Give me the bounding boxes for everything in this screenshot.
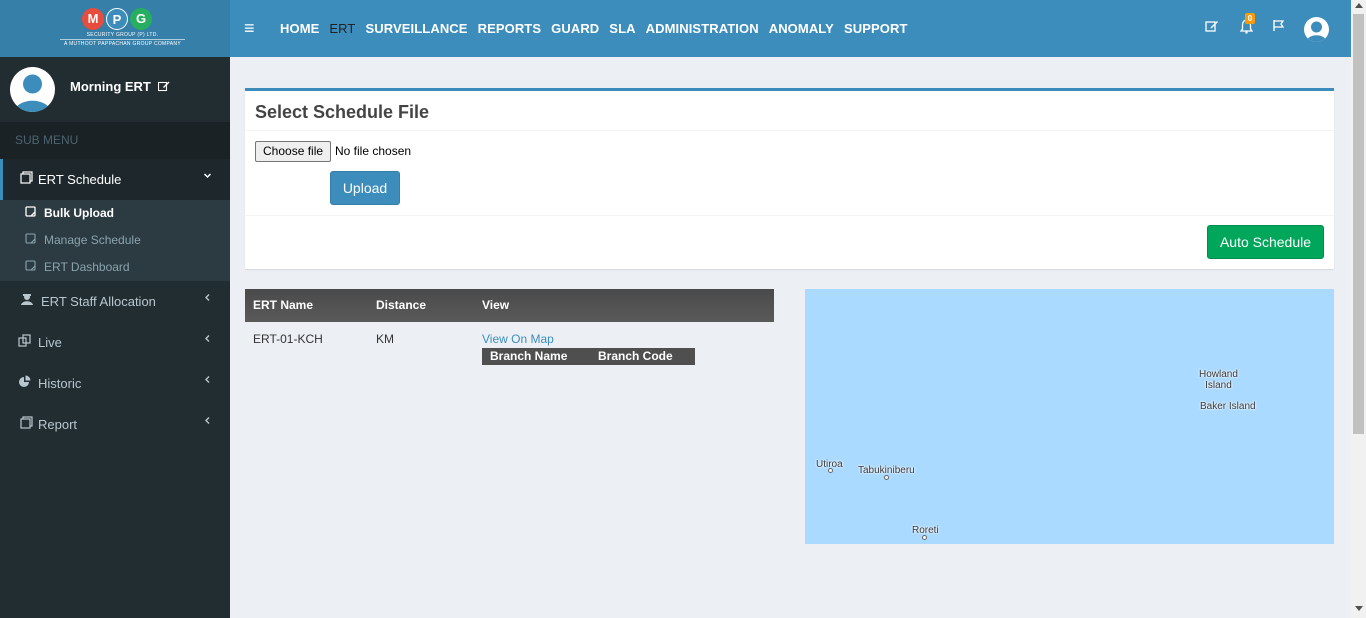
- logo-letter-g: G: [130, 8, 152, 30]
- main-header: M P G SECURITY GROUP (P) LTD. A MUTHOOT …: [0, 0, 1366, 57]
- sidebar-item-label: Report: [38, 417, 78, 432]
- view-cell: View On Map: [482, 332, 554, 346]
- edit-profile-icon[interactable]: [157, 80, 170, 95]
- view-on-map-link[interactable]: View On Map: [482, 332, 554, 346]
- file-icon: [25, 206, 36, 220]
- staff-icon: [20, 293, 34, 309]
- nav-sla[interactable]: SLA: [609, 21, 635, 36]
- user-name-label: Morning ERT: [70, 79, 151, 94]
- scroll-down-icon[interactable]: [1355, 606, 1363, 611]
- branch-subtable-header: Branch Name Branch Code: [482, 348, 695, 365]
- auto-schedule-button[interactable]: Auto Schedule: [1207, 225, 1324, 259]
- sidebar-item-live[interactable]: Live: [0, 322, 230, 363]
- sidebar-item-label: Historic: [38, 376, 82, 391]
- sidebar-item-ert-schedule[interactable]: ERT Schedule: [0, 159, 230, 200]
- sidebar-subitem-bulk-upload[interactable]: Bulk Upload: [0, 200, 230, 227]
- nav-guard[interactable]: GUARD: [551, 21, 599, 36]
- map-label-howland-island: Howland Island: [1199, 369, 1238, 391]
- file-icon: [25, 260, 36, 274]
- upload-button[interactable]: Upload: [330, 171, 400, 205]
- divider: [245, 215, 1334, 216]
- ert-table: ERT Name Distance View ERT-01-KCH KM Vie…: [245, 289, 774, 370]
- file-icon: [25, 233, 36, 247]
- main-content: Select Schedule File Choose file No file…: [230, 57, 1351, 618]
- chevron-left-icon: [203, 293, 212, 305]
- map-label-baker-island: Baker Island: [1200, 401, 1256, 412]
- map-marker: [922, 535, 927, 540]
- live-icon: [18, 334, 32, 350]
- column-header-distance: Distance: [376, 298, 427, 312]
- nav-ert[interactable]: ERT: [329, 21, 355, 36]
- file-status: No file chosen: [335, 144, 412, 158]
- top-navigation: HOME ERT SURVEILLANCE REPORTS GUARD SLA …: [280, 21, 907, 36]
- chevron-left-icon: [203, 334, 212, 346]
- logo[interactable]: M P G SECURITY GROUP (P) LTD. A MUTHOOT …: [0, 0, 230, 57]
- choose-file-button[interactable]: Choose file: [255, 141, 332, 162]
- sidebar-subitem-manage-schedule[interactable]: Manage Schedule: [0, 227, 230, 254]
- upload-panel: Select Schedule File Choose file No file…: [245, 88, 1334, 269]
- map-view[interactable]: Howland Island Baker Island Utiroa Tabuki…: [805, 289, 1334, 544]
- distance-cell: KM: [376, 332, 394, 346]
- nav-support[interactable]: SUPPORT: [844, 21, 908, 36]
- logo-mark: M P G: [82, 8, 152, 30]
- menu-toggle-icon[interactable]: ≡: [244, 18, 255, 38]
- ert-name-cell: ERT-01-KCH: [253, 332, 323, 346]
- sidebar-item-label: Live: [38, 335, 62, 350]
- avatar: [10, 67, 55, 112]
- logo-tagline: A MUTHOOT PAPPACHAN GROUP COMPANY: [60, 39, 185, 47]
- sidebar: Morning ERT SUB MENU ERT Schedule Bulk U…: [0, 57, 230, 618]
- nav-surveillance[interactable]: SURVEILLANCE: [365, 21, 467, 36]
- user-avatar[interactable]: [1304, 17, 1329, 42]
- map-marker: [884, 475, 889, 480]
- sidebar-header: SUB MENU: [0, 122, 230, 159]
- edit-icon[interactable]: [1205, 19, 1219, 36]
- divider: [245, 130, 1334, 131]
- scrollbar-thumb[interactable]: [1353, 14, 1364, 434]
- pie-chart-icon: [18, 375, 32, 391]
- sidebar-item-ert-staff-allocation[interactable]: ERT Staff Allocation: [0, 281, 230, 322]
- notification-badge: 0: [1245, 13, 1255, 24]
- nav-home[interactable]: HOME: [280, 21, 319, 36]
- logo-letter-p: P: [106, 8, 128, 30]
- scroll-up-icon[interactable]: [1355, 3, 1363, 8]
- column-header-ert-name: ERT Name: [253, 298, 314, 312]
- user-name: Morning ERT: [70, 79, 170, 95]
- logo-letter-m: M: [82, 8, 104, 30]
- sidebar-subitem-label: Bulk Upload: [44, 206, 115, 220]
- nav-administration[interactable]: ADMINISTRATION: [646, 21, 759, 36]
- copy-icon: [20, 416, 34, 432]
- chevron-left-icon: [203, 416, 212, 428]
- logo-subtitle: SECURITY GROUP (P) LTD. A MUTHOOT PAPPAC…: [60, 32, 185, 47]
- panel-title: Select Schedule File: [255, 102, 430, 122]
- column-header-view: View: [482, 298, 510, 312]
- user-panel: Morning ERT: [0, 57, 230, 122]
- table-header: ERT Name Distance View: [245, 289, 774, 322]
- copy-icon: [20, 171, 34, 187]
- ert-schedule-submenu: Bulk Upload Manage Schedule ERT Dashboar…: [0, 200, 230, 281]
- table-row: ERT-01-KCH KM View On Map Branch Name Br…: [245, 322, 774, 370]
- chevron-left-icon: [203, 375, 212, 387]
- column-header-branch-name: Branch Name: [490, 349, 568, 363]
- page-scrollbar[interactable]: [1351, 0, 1366, 618]
- nav-reports[interactable]: REPORTS: [478, 21, 542, 36]
- chevron-down-icon: [203, 171, 212, 183]
- sidebar-item-label: ERT Schedule: [38, 172, 122, 187]
- nav-anomaly[interactable]: ANOMALY: [769, 21, 834, 36]
- logo-company-name: SECURITY GROUP (P) LTD.: [86, 32, 159, 38]
- sidebar-item-report[interactable]: Report: [0, 404, 230, 445]
- sidebar-item-label: ERT Staff Allocation: [41, 294, 156, 309]
- flag-icon[interactable]: [1272, 19, 1285, 35]
- column-header-branch-code: Branch Code: [598, 349, 673, 363]
- sidebar-subitem-ert-dashboard[interactable]: ERT Dashboard: [0, 254, 230, 281]
- sidebar-subitem-label: Manage Schedule: [44, 233, 141, 247]
- sidebar-subitem-label: ERT Dashboard: [44, 260, 130, 274]
- map-marker: [828, 468, 833, 473]
- sidebar-item-historic[interactable]: Historic: [0, 363, 230, 404]
